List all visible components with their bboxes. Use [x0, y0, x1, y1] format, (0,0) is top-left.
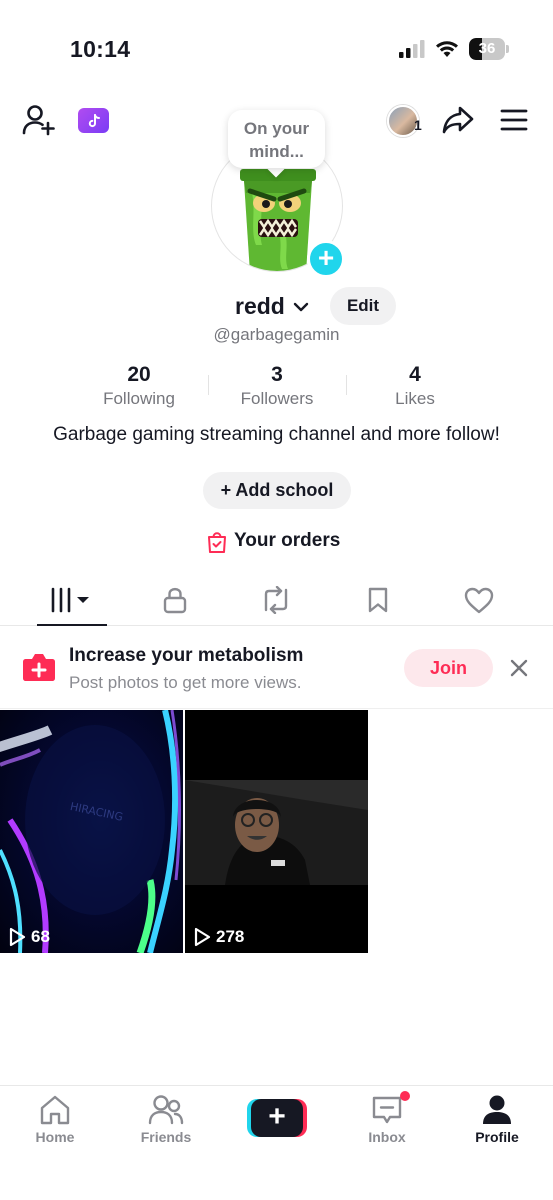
nav-home-label: Home — [35, 1129, 75, 1145]
notification-dot — [400, 1091, 410, 1101]
stat-following[interactable]: 20 Following — [70, 363, 208, 410]
battery-indicator: 36 — [469, 38, 509, 60]
bottom-nav: Home Friends + Inbox Profile — [0, 1085, 553, 1200]
inbox-icon — [372, 1096, 402, 1124]
nav-inbox[interactable]: Inbox — [342, 1094, 432, 1145]
status-time: 10:14 — [70, 36, 131, 62]
nav-friends[interactable]: Friends — [121, 1094, 211, 1145]
stat-likes[interactable]: 4 Likes — [346, 363, 484, 410]
profile-bio: Garbage gaming streaming channel and mor… — [53, 424, 500, 445]
close-icon[interactable] — [508, 657, 530, 679]
battery-level: 36 — [478, 40, 496, 57]
your-orders-link[interactable]: Your orders — [0, 529, 553, 555]
promo-banner: Increase your metabolism Post photos to … — [0, 627, 553, 709]
active-tab-indicator — [37, 624, 107, 626]
plus-icon: + — [251, 1099, 303, 1137]
video-view-count: 68 — [31, 927, 50, 946]
videos-grid-icon — [51, 587, 89, 613]
menu-button[interactable] — [499, 106, 529, 134]
stat-followers-label: Followers — [240, 389, 314, 408]
add-story-button[interactable]: + — [307, 240, 345, 278]
promo-title: Increase your metabolism — [69, 645, 304, 666]
profile-icon — [483, 1095, 511, 1124]
add-school-button[interactable]: + Add school — [203, 472, 351, 509]
shopping-bag-icon — [208, 532, 226, 553]
share-arrow-icon — [442, 106, 474, 134]
stat-followers[interactable]: 3 Followers — [208, 363, 346, 410]
tab-liked[interactable] — [449, 576, 509, 624]
promo-subtitle: Post photos to get more views. — [69, 673, 302, 692]
cellular-signal-icon — [399, 40, 425, 58]
nav-inbox-label: Inbox — [368, 1129, 406, 1145]
nav-profile-label: Profile — [475, 1129, 519, 1145]
wifi-icon — [436, 41, 458, 57]
heart-icon — [464, 587, 494, 613]
home-icon — [40, 1095, 70, 1125]
nav-profile[interactable]: Profile — [452, 1094, 542, 1145]
stat-following-count: 20 — [127, 363, 151, 386]
create-button[interactable]: + — [247, 1099, 307, 1137]
tab-private[interactable] — [145, 576, 205, 624]
note-bubble[interactable]: On your mind... — [228, 110, 325, 168]
tab-videos[interactable] — [42, 576, 102, 624]
add-photo-icon — [23, 654, 55, 681]
nav-home[interactable]: Home — [10, 1094, 100, 1145]
repost-icon — [264, 586, 288, 614]
tiktok-live-button[interactable] — [78, 108, 109, 133]
profile-stats: 20 Following 3 Followers 4 Likes — [70, 363, 484, 413]
user-handle: @garbagegamin — [213, 325, 340, 344]
stat-followers-count: 3 — [271, 363, 283, 386]
play-icon — [194, 927, 211, 947]
add-friend-button[interactable] — [22, 104, 56, 136]
bookmark-icon — [368, 587, 388, 613]
person-plus-icon — [22, 105, 55, 136]
profile-tabs — [0, 576, 553, 626]
avatar-badge-count: 1 — [414, 117, 422, 133]
tiktok-note-icon — [88, 113, 100, 127]
tab-reposts[interactable] — [246, 576, 306, 624]
tab-favorites[interactable] — [348, 576, 408, 624]
status-bar: 10:14 36 — [0, 0, 553, 90]
video-thumbnail[interactable]: HIRACING 68 — [0, 710, 183, 953]
video-thumbnail-image: HIRACING — [0, 710, 181, 953]
nav-friends-label: Friends — [140, 1129, 192, 1145]
join-button[interactable]: Join — [404, 649, 493, 687]
video-grid: HIRACING 68 278 — [0, 710, 553, 954]
your-orders-label: Your orders — [234, 530, 341, 551]
video-thumbnail-image — [185, 780, 368, 885]
chevron-down-icon[interactable] — [291, 297, 311, 317]
friends-icon — [148, 1095, 184, 1125]
lock-icon — [163, 587, 187, 614]
hamburger-menu-icon — [500, 109, 528, 131]
edit-profile-button[interactable]: Edit — [330, 287, 396, 325]
play-icon — [9, 927, 26, 947]
username[interactable]: redd — [235, 293, 285, 320]
stat-likes-label: Likes — [395, 389, 435, 408]
video-thumbnail[interactable]: 278 — [185, 710, 368, 953]
video-view-count: 278 — [216, 927, 245, 946]
share-profile-button[interactable] — [441, 104, 475, 136]
stat-following-label: Following — [103, 389, 175, 408]
stat-likes-count: 4 — [409, 363, 421, 386]
